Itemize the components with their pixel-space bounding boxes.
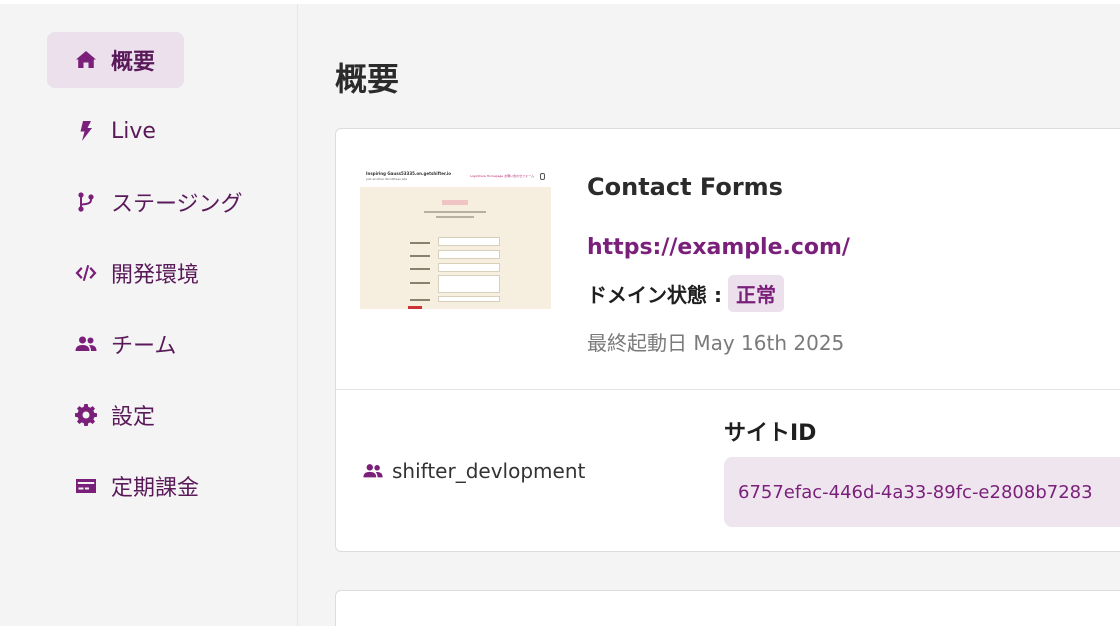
users-icon	[363, 464, 383, 478]
users-icon	[73, 331, 99, 357]
code-icon	[73, 260, 99, 286]
sidebar-item-team[interactable]: チーム	[47, 316, 176, 372]
home-icon	[73, 47, 99, 73]
page-title: 概要	[335, 60, 400, 98]
thumbnail-tagline: Just another WordPress site	[366, 177, 408, 181]
sidebar-item-development[interactable]: 開発環境	[47, 245, 199, 301]
credit-card-icon	[73, 473, 99, 499]
thumbnail-field	[438, 237, 500, 246]
sidebar-item-overview[interactable]: 概要	[47, 32, 184, 88]
domain-status-row: ドメイン状態 : 正常	[587, 275, 784, 312]
thumbnail-nav: LogoShare Homepage お問い合わせフォーム	[470, 174, 535, 178]
sidebar-item-label: Live	[111, 118, 156, 144]
thumbnail-field-label	[410, 282, 430, 284]
thumbnail-logo-icon	[540, 173, 545, 180]
sidebar-item-label: 定期課金	[111, 476, 200, 501]
thumbnail-line	[436, 216, 474, 218]
sidebar-item-label: 概要	[111, 50, 156, 75]
team-row: shifter_devlopment	[362, 459, 585, 483]
site-id-value[interactable]: 6757efac-446d-4a33-89fc-e2808b7283	[724, 457, 1120, 527]
thumbnail-field-label	[410, 255, 430, 257]
thumbnail-badge	[442, 200, 468, 205]
site-card: Inspiring Gauss53335.on.getshifter.io Ju…	[335, 128, 1120, 552]
main-content: 概要 Inspiring Gauss53335.on.getshifter.io…	[299, 4, 1120, 626]
site-url-link[interactable]: https://example.com/	[587, 235, 850, 260]
sidebar-item-label: チーム	[111, 334, 177, 359]
site-name: Contact Forms	[587, 173, 783, 201]
divider	[336, 389, 1120, 390]
site-thumbnail[interactable]: Inspiring Gauss53335.on.getshifter.io Ju…	[360, 169, 551, 309]
sidebar-item-staging[interactable]: ステージング	[47, 174, 243, 230]
thumbnail-submit-button	[408, 306, 422, 309]
thumbnail-line	[424, 211, 486, 213]
thumbnail-textarea	[438, 275, 500, 293]
bolt-icon	[73, 118, 99, 144]
sidebar-item-billing[interactable]: 定期課金	[47, 458, 199, 514]
secondary-card	[335, 590, 1120, 626]
gear-icon	[73, 402, 99, 428]
sidebar-item-label: ステージング	[111, 192, 243, 217]
sidebar: 概要 Live ステージング 開発環境 チーム 設定 定期課金	[0, 4, 298, 626]
thumbnail-field	[438, 250, 500, 259]
sidebar-item-label: 開発環境	[111, 263, 200, 288]
domain-status-badge: 正常	[727, 275, 784, 312]
domain-status-label: ドメイン状態 :	[587, 283, 722, 307]
last-launch-date: 最終起動日 May 16th 2025	[587, 331, 845, 355]
thumbnail-field-label	[410, 242, 430, 244]
thumbnail-field-label	[410, 299, 430, 301]
branch-icon	[73, 189, 99, 215]
thumbnail-site-title: Inspiring Gauss53335.on.getshifter.io	[366, 171, 452, 176]
thumbnail-field	[438, 263, 500, 272]
sidebar-item-settings[interactable]: 設定	[47, 387, 155, 443]
thumbnail-field	[438, 296, 500, 302]
team-name: shifter_devlopment	[392, 459, 586, 483]
site-id-label: サイトID	[724, 421, 817, 446]
sidebar-item-label: 設定	[111, 405, 156, 430]
sidebar-item-live[interactable]: Live	[47, 103, 156, 159]
thumbnail-field-label	[410, 268, 430, 270]
